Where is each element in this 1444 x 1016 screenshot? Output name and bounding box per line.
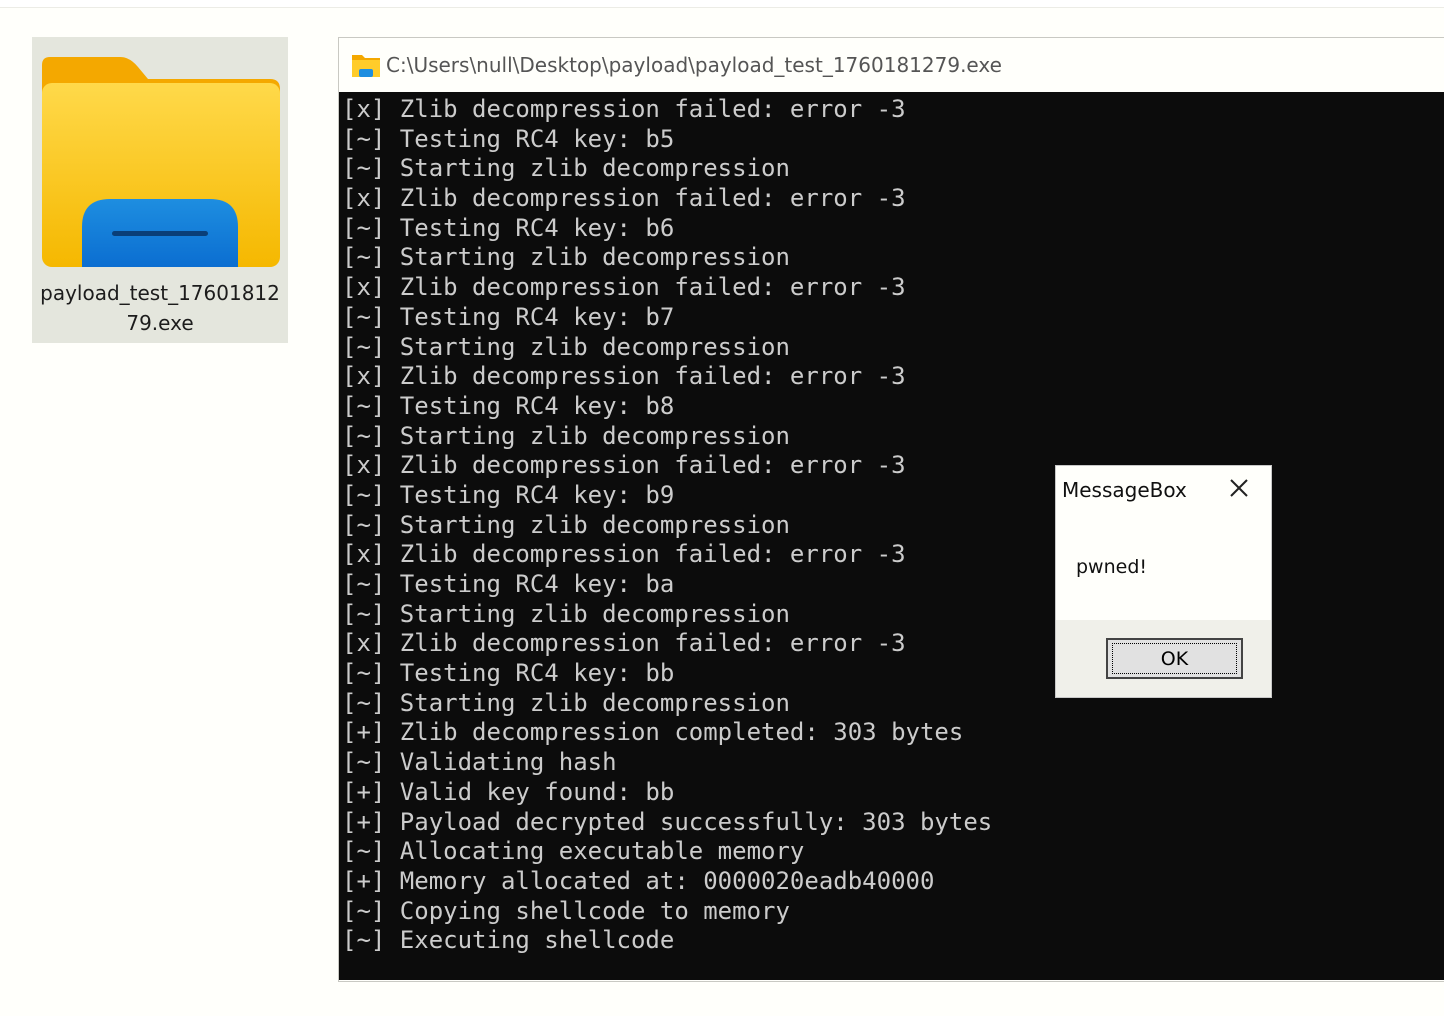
console-line: [~] Testing RC4 key: b7 bbox=[342, 302, 675, 331]
console-line: [~] Testing RC4 key: b9 bbox=[342, 480, 675, 509]
console-lines: [x] Zlib decompression failed: error -3[… bbox=[339, 92, 1444, 956]
console-line: [~] Testing RC4 key: ba bbox=[342, 570, 675, 598]
console-line: [~] Testing RC4 key: b6 bbox=[342, 213, 675, 242]
console-line: [~] Starting zlib decompression bbox=[342, 510, 790, 539]
console-line: [~] Starting zlib decompression bbox=[342, 243, 790, 272]
ok-button-label: OK bbox=[1112, 643, 1237, 674]
message-box-titlebar[interactable]: MessageBox bbox=[1056, 466, 1271, 514]
console-titlebar[interactable]: C:\Users\null\Desktop\payload\payload_te… bbox=[339, 38, 1444, 92]
console-line: [x] Zlib decompression failed: error -3 bbox=[342, 540, 906, 569]
console-line: [x] Zlib decompression failed: error -3 bbox=[342, 451, 906, 480]
console-line: [x] Zlib decompression failed: error -3 bbox=[342, 184, 906, 213]
console-line: [+] Payload decrypted successfully: 303 … bbox=[342, 807, 993, 836]
console-line: [+] Valid key found: bb bbox=[342, 777, 675, 806]
console-line: [~] Starting zlib decompression bbox=[342, 154, 790, 183]
message-box-footer: OK bbox=[1056, 620, 1271, 697]
console-line: [x] Zlib decompression failed: error -3 bbox=[342, 95, 906, 123]
console-line: [x] Zlib decompression failed: error -3 bbox=[342, 362, 906, 391]
message-box-dialog[interactable]: MessageBox pwned! OK bbox=[1055, 465, 1272, 698]
console-line: [+] Memory allocated at: 0000020eadb4000… bbox=[342, 866, 935, 895]
console-line: [~] Allocating executable memory bbox=[342, 837, 805, 866]
console-line: [~] Validating hash bbox=[342, 748, 617, 777]
ok-button[interactable]: OK bbox=[1106, 638, 1243, 679]
folder-icon bbox=[352, 55, 380, 77]
desktop: payload_test_1760181279.exe C:\Users\nul… bbox=[0, 8, 1444, 1016]
console-title: C:\Users\null\Desktop\payload\payload_te… bbox=[386, 53, 1002, 77]
console-line: [x] Zlib decompression failed: error -3 bbox=[342, 273, 906, 302]
file-name-label: payload_test_1760181279.exe bbox=[40, 281, 280, 335]
close-icon[interactable] bbox=[1225, 475, 1253, 503]
console-line: [~] Testing RC4 key: b5 bbox=[342, 124, 675, 153]
console-line: [~] Executing shellcode bbox=[342, 926, 675, 955]
console-line: [x] Zlib decompression failed: error -3 bbox=[342, 629, 906, 658]
message-box-text: pwned! bbox=[1076, 556, 1148, 578]
desktop-file-item[interactable]: payload_test_1760181279.exe bbox=[32, 37, 288, 343]
console-line: [~] Starting zlib decompression bbox=[342, 688, 790, 717]
message-box-content: pwned! bbox=[1056, 514, 1271, 620]
console-line: [~] Copying shellcode to memory bbox=[342, 896, 790, 925]
console-line: [~] Starting zlib decompression bbox=[342, 332, 790, 361]
console-line: [~] Starting zlib decompression bbox=[342, 421, 790, 450]
console-window[interactable]: C:\Users\null\Desktop\payload\payload_te… bbox=[338, 37, 1444, 982]
top-edge bbox=[0, 0, 1444, 8]
console-line: [~] Testing RC4 key: bb bbox=[342, 659, 675, 688]
console-line: [+] Zlib decompression completed: 303 by… bbox=[342, 718, 964, 747]
console-line: [~] Testing RC4 key: b8 bbox=[342, 391, 675, 420]
folder-icon bbox=[42, 57, 280, 267]
console-output[interactable]: [x] Zlib decompression failed: error -3[… bbox=[339, 92, 1444, 980]
console-line: [~] Starting zlib decompression bbox=[342, 599, 790, 628]
message-box-title: MessageBox bbox=[1062, 478, 1187, 502]
